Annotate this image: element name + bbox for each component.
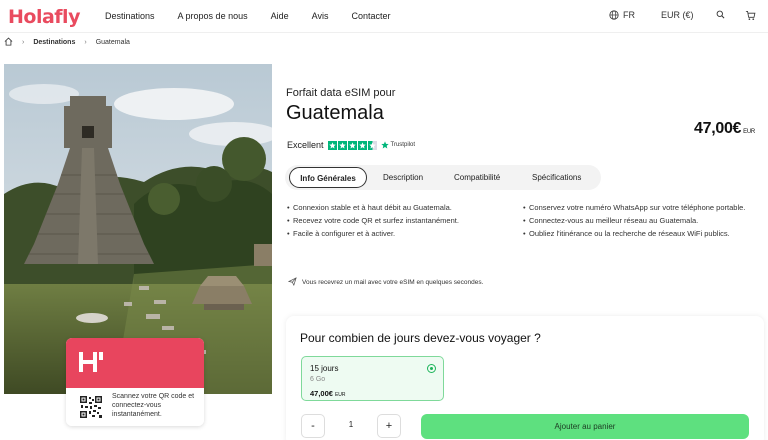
send-icon (287, 277, 297, 288)
breadcrumb: › Destinations › Guatemala (4, 36, 130, 48)
feature-item: Recevez votre code QR et surfez instanta… (287, 216, 507, 226)
globe-icon (609, 10, 619, 20)
feature-item: Connectez-vous au meilleur réseau au Gua… (523, 216, 755, 226)
trustpilot-label: Trustpilot (390, 142, 415, 148)
language-label: FR (623, 10, 635, 20)
plan-option-15-days[interactable]: 15 jours 6 Go 47,00€ EUR (301, 356, 444, 401)
mail-note-text: Vous recevrez un mail avec votre eSIM en… (302, 279, 484, 286)
plan-price-currency: EUR (334, 392, 346, 398)
features-right: Conservez votre numéro WhatsApp sur votr… (523, 203, 755, 242)
qr-code-icon (80, 396, 102, 418)
star-icon (347, 140, 357, 150)
mail-note: Vous recevrez un mail avec votre eSIM en… (287, 277, 484, 288)
plan-price: 47,00€ EUR (310, 389, 346, 398)
price-value: 47,00€ (694, 120, 742, 137)
feature-item: Connexion stable et à haut débit au Guat… (287, 203, 507, 213)
days-question: Pour combien de jours devez-vous voyager… (300, 331, 541, 345)
search-button[interactable] (716, 10, 725, 19)
product-tabs: Info Générales Description Compatibilité… (285, 165, 601, 190)
breadcrumb-destinations[interactable]: Destinations (33, 39, 75, 46)
price-currency: EUR (743, 129, 755, 135)
cart-icon (745, 10, 756, 21)
search-icon (716, 10, 725, 19)
quantity-decrease-button[interactable]: - (301, 414, 325, 438)
trustpilot-logo: Trustpilot (380, 141, 415, 149)
quantity-value[interactable]: 1 (345, 420, 357, 429)
trustpilot-rating[interactable]: Excellent Trustpilot (287, 140, 415, 150)
feature-item: Oubliez l'itinérance ou la recherche de … (523, 229, 755, 239)
tab-specifications[interactable]: Spécifications (532, 165, 581, 190)
plan-days: 15 jours (310, 364, 339, 373)
tab-compatibilite[interactable]: Compatibilité (454, 165, 500, 190)
product-subtitle: Forfait data eSIM pour (286, 87, 396, 99)
qr-promo-card: Scannez votre QR code et connectez-vous … (66, 338, 204, 426)
language-selector[interactable]: FR (609, 10, 635, 20)
rating-label: Excellent (287, 140, 324, 150)
quantity-increase-button[interactable]: + (377, 414, 401, 438)
star-icon (357, 140, 367, 150)
holafly-h-icon (76, 350, 106, 379)
add-to-cart-button[interactable]: Ajouter au panier (421, 414, 749, 439)
tab-description[interactable]: Description (383, 165, 423, 190)
star-icon (327, 140, 337, 150)
plan-radio-selected[interactable] (427, 364, 436, 373)
rating-stars (327, 140, 377, 150)
cart-button[interactable] (745, 10, 756, 21)
tab-info-generales[interactable]: Info Générales (289, 167, 367, 188)
half-star-icon (367, 140, 377, 150)
currency-selector[interactable]: EUR (€) (661, 10, 694, 20)
home-icon[interactable] (4, 37, 13, 48)
plan-data: 6 Go (310, 376, 326, 383)
breadcrumb-separator: › (22, 38, 25, 46)
product-title: Guatemala (286, 102, 384, 124)
currency-label: EUR (€) (661, 10, 694, 20)
star-icon (337, 140, 347, 150)
trustpilot-star-icon (380, 141, 389, 149)
site-header: Holafly Destinations A propos de nous Ai… (0, 0, 768, 33)
feature-item: Facile à configurer et à activer. (287, 229, 507, 239)
breadcrumb-current: Guatemala (95, 38, 130, 46)
product-price: 47,00€ EUR (694, 120, 755, 138)
qr-card-banner (66, 338, 204, 388)
breadcrumb-separator: › (84, 38, 87, 46)
features-left: Connexion stable et à haut débit au Guat… (287, 203, 507, 242)
plan-price-value: 47,00€ (310, 389, 333, 398)
feature-item: Conservez votre numéro WhatsApp sur votr… (523, 203, 755, 213)
qr-card-text: Scannez votre QR code et connectez-vous … (112, 393, 195, 418)
